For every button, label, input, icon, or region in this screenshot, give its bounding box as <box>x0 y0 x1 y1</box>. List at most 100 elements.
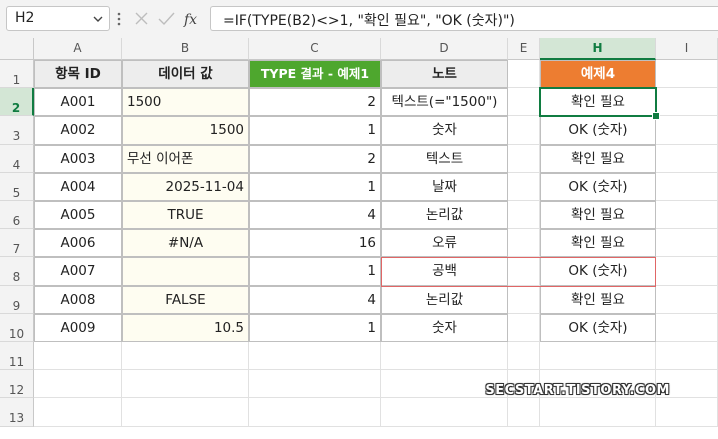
name-box[interactable]: H2 <box>6 6 110 31</box>
chevron-down-icon[interactable] <box>93 11 103 27</box>
cell-id[interactable]: A008 <box>34 285 122 314</box>
empty-cell[interactable] <box>34 370 122 399</box>
cell-type-result[interactable]: 1 <box>249 116 381 145</box>
row-header-13[interactable]: 13 <box>0 398 34 427</box>
column-header-i[interactable]: I <box>656 38 718 60</box>
row-header-10[interactable]: 10 <box>0 313 34 342</box>
cell-type-result[interactable]: 4 <box>249 285 381 314</box>
cell-value[interactable]: FALSE <box>122 285 249 314</box>
cell-note[interactable]: 논리값 <box>381 285 508 314</box>
cell-example4-result[interactable]: OK (숫자) <box>540 172 656 201</box>
empty-cell[interactable] <box>34 342 122 371</box>
cell-type-result[interactable]: 1 <box>249 257 381 286</box>
cell-id[interactable]: A009 <box>34 313 122 342</box>
empty-cell[interactable] <box>508 88 540 117</box>
empty-cell[interactable] <box>508 398 540 427</box>
cell-type-result[interactable]: 2 <box>249 88 381 117</box>
fill-handle[interactable] <box>652 112 660 121</box>
cell-id[interactable]: A001 <box>34 88 122 117</box>
empty-cell[interactable] <box>508 144 540 173</box>
empty-cell[interactable] <box>508 201 540 230</box>
cell-example4-result[interactable]: 확인 필요 <box>540 229 656 258</box>
cell-example4-result[interactable]: 확인 필요 <box>540 88 656 117</box>
empty-cell[interactable] <box>508 257 540 286</box>
empty-cell[interactable] <box>540 342 656 371</box>
cell-example4-result[interactable]: OK (숫자) <box>540 116 656 145</box>
select-all-corner[interactable] <box>0 38 34 60</box>
cell-value[interactable]: 1500 <box>122 88 249 117</box>
empty-cell[interactable] <box>508 172 540 201</box>
cell-note[interactable]: 숫자 <box>381 116 508 145</box>
empty-cell[interactable] <box>249 342 381 371</box>
cell-note[interactable]: 텍스트 <box>381 144 508 173</box>
empty-cell[interactable] <box>508 60 540 89</box>
empty-cell[interactable] <box>656 88 718 117</box>
row-header-1[interactable]: 1 <box>0 60 34 89</box>
row-header-6[interactable]: 6 <box>0 201 34 230</box>
row-header-7[interactable]: 7 <box>0 229 34 258</box>
cell-id[interactable]: A002 <box>34 116 122 145</box>
empty-cell[interactable] <box>508 229 540 258</box>
empty-cell[interactable] <box>656 313 718 342</box>
empty-cell[interactable] <box>656 229 718 258</box>
cell-value[interactable]: 10.5 <box>122 313 249 342</box>
cell-note[interactable]: 텍스트(="1500") <box>381 88 508 117</box>
column-header-b[interactable]: B <box>122 38 249 60</box>
row-header-9[interactable]: 9 <box>0 285 34 314</box>
empty-cell[interactable] <box>656 342 718 371</box>
empty-cell[interactable] <box>656 285 718 314</box>
cell-id[interactable]: A007 <box>34 257 122 286</box>
row-header-5[interactable]: 5 <box>0 172 34 201</box>
cell-note[interactable]: 날짜 <box>381 172 508 201</box>
cell-type-result[interactable]: 4 <box>249 201 381 230</box>
empty-cell[interactable] <box>381 342 508 371</box>
column-header-d[interactable]: D <box>381 38 508 60</box>
empty-cell[interactable] <box>656 116 718 145</box>
empty-cell[interactable] <box>34 398 122 427</box>
row-header-11[interactable]: 11 <box>0 342 34 371</box>
cell-id[interactable]: A006 <box>34 229 122 258</box>
cell-note[interactable]: 논리값 <box>381 201 508 230</box>
cancel-icon[interactable] <box>135 12 148 25</box>
empty-cell[interactable] <box>656 201 718 230</box>
empty-cell[interactable] <box>249 398 381 427</box>
cell-value[interactable]: #N/A <box>122 229 249 258</box>
cell-id[interactable]: A004 <box>34 172 122 201</box>
column-header-a[interactable]: A <box>34 38 122 60</box>
cell-example4-result[interactable]: 확인 필요 <box>540 285 656 314</box>
cell-value[interactable]: 1500 <box>122 116 249 145</box>
cell-id[interactable]: A005 <box>34 201 122 230</box>
cell-id[interactable]: A003 <box>34 144 122 173</box>
insert-function-icon[interactable]: fx <box>183 12 197 28</box>
empty-cell[interactable] <box>249 370 381 399</box>
column-header-h[interactable]: H <box>540 38 656 60</box>
cell-example4-result[interactable]: OK (숫자) <box>540 313 656 342</box>
cell-type-result[interactable]: 2 <box>249 144 381 173</box>
cell-value[interactable]: 2025-11-04 <box>122 172 249 201</box>
row-header-2[interactable]: 2 <box>0 88 34 117</box>
cell-note[interactable]: 숫자 <box>381 313 508 342</box>
formula-input[interactable]: =IF(TYPE(B2)<>1, "확인 필요", "OK (숫자)") <box>210 6 718 31</box>
empty-cell[interactable] <box>508 116 540 145</box>
cell-type-result[interactable]: 1 <box>249 313 381 342</box>
cell-type-result[interactable]: 1 <box>249 172 381 201</box>
cell-note[interactable]: 공백 <box>381 257 508 286</box>
empty-cell[interactable] <box>122 342 249 371</box>
empty-cell[interactable] <box>656 172 718 201</box>
cell-note[interactable]: 오류 <box>381 229 508 258</box>
empty-cell[interactable] <box>381 398 508 427</box>
empty-cell[interactable] <box>508 342 540 371</box>
column-header-c[interactable]: C <box>249 38 381 60</box>
row-header-4[interactable]: 4 <box>0 144 34 173</box>
row-header-12[interactable]: 12 <box>0 370 34 399</box>
empty-cell[interactable] <box>656 257 718 286</box>
empty-cell[interactable] <box>508 313 540 342</box>
enter-check-icon[interactable] <box>158 12 175 26</box>
empty-cell[interactable] <box>508 285 540 314</box>
row-header-3[interactable]: 3 <box>0 116 34 145</box>
cell-example4-result[interactable]: 확인 필요 <box>540 144 656 173</box>
column-header-e[interactable]: E <box>508 38 540 60</box>
cell-value[interactable] <box>122 257 249 286</box>
cell-value[interactable]: 무선 이어폰 <box>122 144 249 173</box>
cell-example4-result[interactable]: 확인 필요 <box>540 201 656 230</box>
